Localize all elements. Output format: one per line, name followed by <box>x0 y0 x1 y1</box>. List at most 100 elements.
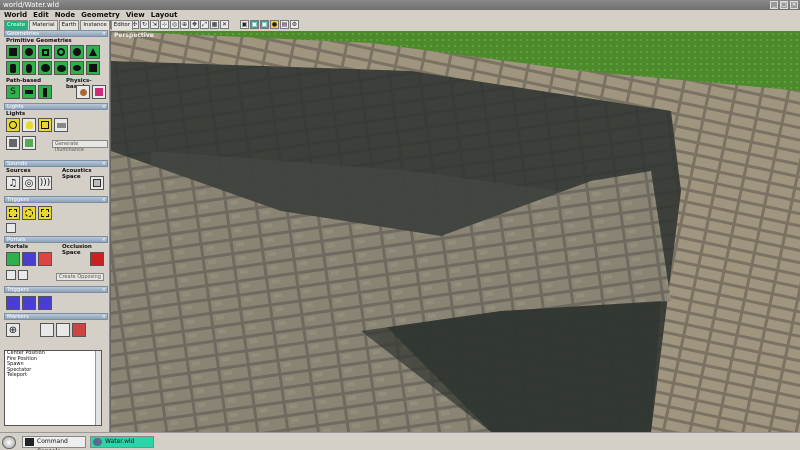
trigger-edit-icon[interactable] <box>6 223 16 233</box>
trigger-purple-sphere-icon[interactable] <box>38 296 52 310</box>
menu-world[interactable]: World <box>4 10 27 20</box>
spot-light-icon[interactable] <box>54 118 68 132</box>
marker-brick-icon[interactable] <box>72 323 86 337</box>
plane-icon[interactable] <box>38 45 52 59</box>
section-triggers-2[interactable]: Triggers × <box>4 286 108 293</box>
speaker-icon[interactable]: ))) <box>38 176 52 190</box>
trigger-purple-box-icon[interactable] <box>6 296 20 310</box>
camera-icon[interactable]: ◎ <box>170 20 179 29</box>
environment-probe-icon[interactable] <box>6 136 20 150</box>
acoustics-cube-icon[interactable] <box>90 176 104 190</box>
trigger-volume-icon[interactable] <box>38 206 52 220</box>
section-portals[interactable]: Portals × <box>4 236 108 243</box>
collapse-icon[interactable]: × <box>102 314 106 321</box>
tab-editor[interactable]: Editor <box>110 20 134 30</box>
section-lights[interactable]: Lights × <box>4 103 108 110</box>
sources-row: ♫ ◎ ))) <box>6 176 52 190</box>
tab-instance[interactable]: Instance <box>80 20 110 30</box>
omni-light-icon[interactable] <box>6 118 20 132</box>
zoom-icon[interactable]: ⊕ <box>180 20 189 29</box>
section-geometries[interactable]: Geometries × <box>4 30 108 37</box>
light-probe-icon[interactable] <box>22 136 36 150</box>
portal-red-icon[interactable] <box>38 252 52 266</box>
snap-icon[interactable]: ⊹ <box>160 20 169 29</box>
marker-list-icon[interactable] <box>40 323 54 337</box>
path-icon[interactable]: S <box>6 85 20 99</box>
close-icon[interactable]: × <box>790 1 798 9</box>
view-icon[interactable]: ▣ <box>240 20 249 29</box>
occlusion-cube-icon[interactable] <box>90 252 104 266</box>
sound-toggle-icon[interactable]: ▣ <box>260 20 269 29</box>
portal-purple-icon[interactable] <box>22 252 36 266</box>
collapse-icon[interactable]: × <box>102 197 106 204</box>
tab-earth[interactable]: Earth <box>58 20 80 30</box>
box-light-icon[interactable] <box>38 118 52 132</box>
grid-icon[interactable]: ▦ <box>210 20 219 29</box>
music-note-icon[interactable]: ♫ <box>6 176 20 190</box>
tab-material[interactable]: Material <box>29 20 58 30</box>
light-toggle-icon[interactable]: ▣ <box>250 20 259 29</box>
light-env-row <box>6 136 36 150</box>
disc-icon[interactable] <box>70 45 84 59</box>
collapse-icon[interactable]: × <box>102 161 106 168</box>
trigger-box-icon[interactable] <box>6 206 20 220</box>
axis-icon[interactable]: ✕ <box>220 20 229 29</box>
road-icon[interactable] <box>22 85 36 99</box>
section-sounds[interactable]: Sounds × <box>4 160 108 167</box>
collapse-icon[interactable]: × <box>102 287 106 294</box>
portal-link-icon[interactable] <box>18 270 28 280</box>
minimize-icon[interactable]: _ <box>770 1 778 9</box>
menu-view[interactable]: View <box>126 10 145 20</box>
trigger-purple-cylinder-icon[interactable] <box>22 296 36 310</box>
start-icon[interactable] <box>2 436 16 449</box>
rotate-icon[interactable]: ↻ <box>140 20 149 29</box>
generate-illuminance-button[interactable]: Generate Illuminance <box>52 140 108 153</box>
scale-icon[interactable]: ⇲ <box>150 20 159 29</box>
section-triggers[interactable]: Triggers × <box>4 196 108 203</box>
layers-icon[interactable]: ▤ <box>280 20 289 29</box>
dome-icon[interactable] <box>38 61 52 75</box>
fit-icon[interactable]: ⤢ <box>200 20 209 29</box>
section-markers[interactable]: Markers × <box>4 313 108 320</box>
bulb-light-icon[interactable] <box>22 118 36 132</box>
marker-list[interactable]: Center Position Fire Position Spawn Spec… <box>4 350 102 426</box>
maximize-icon[interactable]: □ <box>780 1 788 9</box>
cylinder-icon[interactable] <box>6 61 20 75</box>
toolbar: ↖ ↖ ✣ ↻ ⇲ ⊹ ◎ ⊕ ✥ ⤢ ▦ ✕ ▣ ▣ ▣ ● ▤ ⚙ <box>110 20 299 31</box>
sound-wave-icon[interactable]: ◎ <box>22 176 36 190</box>
task-water-wld[interactable]: Water.wld <box>90 436 154 448</box>
grid-mesh-icon[interactable] <box>70 61 84 75</box>
list-item[interactable]: Teleport <box>5 372 101 379</box>
settings-icon[interactable]: ⚙ <box>290 20 299 29</box>
torus-icon[interactable] <box>54 45 68 59</box>
rope-icon[interactable] <box>76 85 90 99</box>
create-opposing-button[interactable]: Create Opposing <box>56 273 104 281</box>
marker-grid-icon[interactable] <box>56 323 70 337</box>
capsule-icon[interactable] <box>22 61 36 75</box>
collapse-icon[interactable]: × <box>102 104 106 111</box>
menu-layout[interactable]: Layout <box>151 10 178 20</box>
cloth-icon[interactable] <box>92 85 106 99</box>
collapse-icon[interactable]: × <box>102 31 106 38</box>
portal-edit-icon[interactable] <box>6 270 16 280</box>
ellipsoid-icon[interactable] <box>54 61 68 75</box>
bulb-icon[interactable]: ● <box>270 20 279 29</box>
box-icon[interactable] <box>6 45 20 59</box>
wall-icon[interactable] <box>38 85 52 99</box>
tab-create[interactable]: Create <box>4 20 29 30</box>
cone-icon[interactable] <box>86 45 100 59</box>
menu-node[interactable]: Node <box>55 10 75 20</box>
trigger-sphere-icon[interactable] <box>22 206 36 220</box>
perspective-viewport[interactable]: Perspective <box>110 31 800 432</box>
collapse-icon[interactable]: × <box>102 237 106 244</box>
marker-list-scrollbar[interactable] <box>95 351 101 425</box>
portal-tools-row <box>6 270 28 280</box>
sphere-icon[interactable] <box>22 45 36 59</box>
marker-crosshair-icon[interactable]: ⊕ <box>6 323 20 337</box>
task-command-console[interactable]: Command Console <box>22 436 86 450</box>
menu-geometry[interactable]: Geometry <box>81 10 120 20</box>
prism-icon[interactable] <box>86 61 100 75</box>
pan-icon[interactable]: ✥ <box>190 20 199 29</box>
menu-edit[interactable]: Edit <box>33 10 49 20</box>
portal-grid-icon[interactable] <box>6 252 20 266</box>
